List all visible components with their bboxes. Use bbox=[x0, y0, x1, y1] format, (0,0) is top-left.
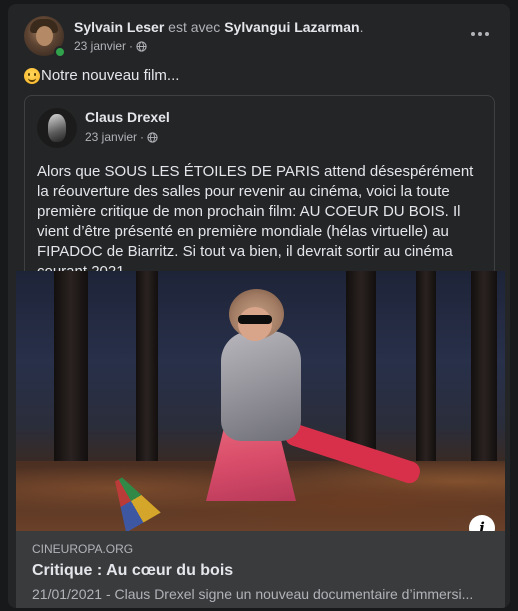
more-options-button[interactable] bbox=[466, 20, 494, 48]
shared-author-avatar[interactable] bbox=[37, 108, 77, 148]
link-preview-image[interactable]: i bbox=[16, 271, 505, 531]
post-header-text: Sylvain Leser est avec Sylvangui Lazarma… bbox=[74, 18, 363, 36]
more-dots-icon bbox=[471, 32, 489, 36]
shared-post[interactable]: Claus Drexel 23 janvier · Alors que SOUS… bbox=[16, 95, 505, 608]
post-meta: 23 janvier · bbox=[74, 38, 147, 54]
shared-date-link[interactable]: 23 janvier bbox=[85, 130, 137, 144]
link-description: 21/01/2021 - Claus Drexel signe un nouve… bbox=[32, 586, 474, 602]
post-card: Sylvain Leser est avec Sylvangui Lazarma… bbox=[8, 4, 510, 608]
post-message: Notre nouveau film... bbox=[24, 66, 179, 86]
post-message-text: Notre nouveau film... bbox=[41, 67, 180, 84]
shared-post-text: Alors que SOUS LES ÉTOILES DE PARIS atte… bbox=[37, 163, 474, 280]
tagged-user-link[interactable]: Sylvangui Lazarman bbox=[224, 19, 359, 35]
author-name-link[interactable]: Sylvain Leser bbox=[74, 19, 164, 35]
post-date-link[interactable]: 23 janvier bbox=[74, 38, 126, 54]
shared-author-name-link[interactable]: Claus Drexel bbox=[85, 109, 170, 125]
post-header: Sylvain Leser est avec Sylvangui Lazarma… bbox=[24, 16, 494, 58]
online-status-indicator bbox=[54, 46, 66, 58]
link-preview-details[interactable]: CINEUROPA.ORG Critique : Au cœur du bois… bbox=[16, 531, 505, 608]
with-text: est avec bbox=[168, 19, 221, 35]
link-title[interactable]: Critique : Au cœur du bois bbox=[32, 560, 489, 582]
meta-separator: · bbox=[129, 39, 134, 53]
shared-post-meta: 23 janvier · bbox=[85, 130, 158, 144]
smiling-face-emoji-icon bbox=[24, 68, 40, 84]
shared-meta-separator: · bbox=[140, 130, 145, 144]
link-domain: CINEUROPA.ORG bbox=[32, 542, 134, 556]
globe-icon bbox=[136, 40, 147, 52]
tagged-suffix: . bbox=[359, 19, 364, 35]
globe-icon bbox=[147, 131, 158, 143]
